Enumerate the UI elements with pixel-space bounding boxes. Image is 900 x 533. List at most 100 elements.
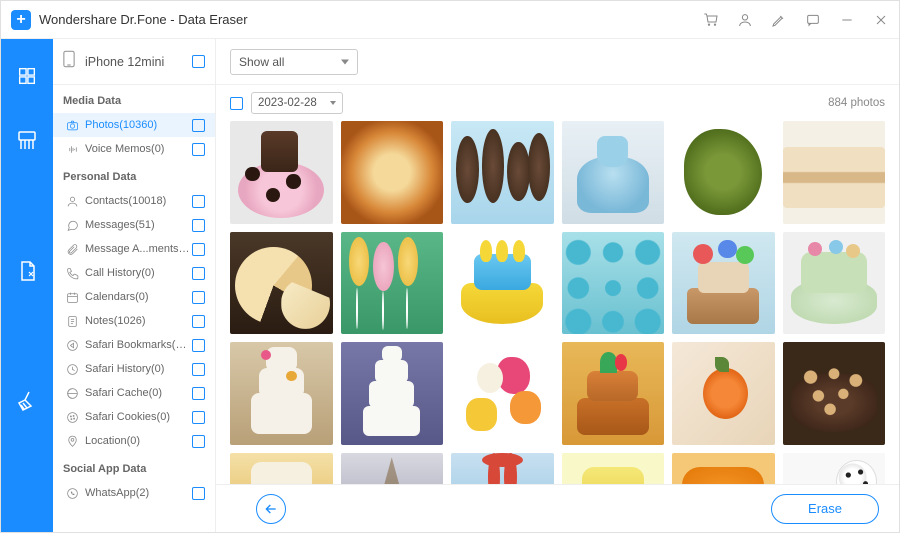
- section-header: Personal Data: [53, 161, 215, 189]
- sidebar-item-checkbox[interactable]: [192, 267, 205, 280]
- feedback-icon[interactable]: [805, 12, 821, 28]
- sidebar-item-checkbox[interactable]: [192, 119, 205, 132]
- rail-shredder-icon[interactable]: [1, 99, 53, 229]
- section-header: Social App Data: [53, 453, 215, 481]
- thumb-8[interactable]: [341, 232, 444, 335]
- cart-icon[interactable]: [703, 12, 719, 28]
- photo-grid-partial: [230, 453, 885, 485]
- thumb-23[interactable]: [672, 453, 775, 485]
- thumb-1[interactable]: [230, 121, 333, 224]
- filter-select[interactable]: Show all: [230, 49, 358, 75]
- minimize-icon[interactable]: [839, 12, 855, 28]
- thumb-15[interactable]: [451, 342, 554, 445]
- sidebar-item-label: Safari Cache(0): [85, 387, 192, 399]
- sidebar-item-checkbox[interactable]: [192, 315, 205, 328]
- close-icon[interactable]: [873, 12, 889, 28]
- thumb-3[interactable]: [451, 121, 554, 224]
- sidebar-item-bookmark[interactable]: Safari Bookmarks(1347): [53, 333, 215, 357]
- sidebar-item-checkbox[interactable]: [192, 435, 205, 448]
- filter-select-label: Show all: [239, 55, 284, 69]
- thumb-14[interactable]: [341, 342, 444, 445]
- content-scroll[interactable]: 2023-02-28 884 photos: [216, 85, 899, 484]
- thumb-16[interactable]: [562, 342, 665, 445]
- thumb-19[interactable]: [230, 453, 333, 485]
- thumb-22[interactable]: [562, 453, 665, 485]
- sidebar-item-note[interactable]: Notes(1026): [53, 309, 215, 333]
- sidebar-item-checkbox[interactable]: [192, 195, 205, 208]
- sidebar-item-label: Location(0): [85, 435, 192, 447]
- sidebar-item-label: Messages(51): [85, 219, 192, 231]
- date-group-header: 2023-02-28 884 photos: [230, 85, 885, 121]
- sidebar-item-attach[interactable]: Message A...ments(34): [53, 237, 215, 261]
- rail-home-icon[interactable]: [1, 53, 53, 99]
- contact-icon: [63, 195, 81, 208]
- rail-document-icon[interactable]: [1, 229, 53, 359]
- thumb-4[interactable]: [562, 121, 665, 224]
- sidebar-item-checkbox[interactable]: [192, 387, 205, 400]
- thumb-21[interactable]: [451, 453, 554, 485]
- device-row[interactable]: iPhone 12mini: [53, 39, 215, 85]
- history-icon: [63, 363, 81, 376]
- sidebar-item-checkbox[interactable]: [192, 143, 205, 156]
- thumb-9[interactable]: [451, 232, 554, 335]
- calendar-icon: [63, 291, 81, 304]
- thumb-12[interactable]: [783, 232, 886, 335]
- thumb-6[interactable]: [783, 121, 886, 224]
- call-icon: [63, 267, 81, 280]
- device-checkbox[interactable]: [192, 55, 205, 68]
- thumb-13[interactable]: [230, 342, 333, 445]
- cookie-icon: [63, 411, 81, 424]
- rail-broom-icon[interactable]: [1, 359, 53, 489]
- sidebar-item-label: Calendars(0): [85, 291, 192, 303]
- thumb-24[interactable]: [783, 453, 886, 485]
- photo-count: 884 photos: [828, 97, 885, 109]
- phone-icon: [63, 50, 77, 73]
- sidebar-item-checkbox[interactable]: [192, 339, 205, 352]
- note-icon: [63, 315, 81, 328]
- sidebar-item-calendar[interactable]: Calendars(0): [53, 285, 215, 309]
- date-select-label: 2023-02-28: [258, 97, 317, 109]
- sidebar-item-checkbox[interactable]: [192, 411, 205, 424]
- main-panel: Show all 2023-02-28 884 photos: [216, 39, 899, 532]
- sidebar-item-history[interactable]: Safari History(0): [53, 357, 215, 381]
- back-button[interactable]: [256, 494, 286, 524]
- thumb-18[interactable]: [783, 342, 886, 445]
- sidebar-item-checkbox[interactable]: [192, 219, 205, 232]
- message-icon: [63, 219, 81, 232]
- date-select[interactable]: 2023-02-28: [251, 92, 343, 114]
- thumb-5[interactable]: [672, 121, 775, 224]
- thumb-7[interactable]: [230, 232, 333, 335]
- thumb-10[interactable]: [562, 232, 665, 335]
- titlebar: + Wondershare Dr.Fone - Data Eraser: [1, 1, 899, 39]
- section-header: Media Data: [53, 85, 215, 113]
- sidebar-item-checkbox[interactable]: [192, 243, 205, 256]
- sidebar-item-cache[interactable]: Safari Cache(0): [53, 381, 215, 405]
- sidebar-item-checkbox[interactable]: [192, 363, 205, 376]
- sidebar-item-whatsapp[interactable]: WhatsApp(2): [53, 481, 215, 505]
- sidebar-item-label: Safari Cookies(0): [85, 411, 192, 423]
- sidebar-item-location[interactable]: Location(0): [53, 429, 215, 453]
- sidebar-item-voice[interactable]: Voice Memos(0): [53, 137, 215, 161]
- sidebar-item-checkbox[interactable]: [192, 291, 205, 304]
- sidebar-item-cookie[interactable]: Safari Cookies(0): [53, 405, 215, 429]
- voice-icon: [63, 143, 81, 156]
- thumb-17[interactable]: [672, 342, 775, 445]
- sidebar-item-label: Contacts(10018): [85, 195, 192, 207]
- thumb-20[interactable]: [341, 453, 444, 485]
- sidebar-item-contact[interactable]: Contacts(10018): [53, 189, 215, 213]
- thumb-11[interactable]: [672, 232, 775, 335]
- date-group-checkbox[interactable]: [230, 97, 243, 110]
- erase-button-label: Erase: [808, 501, 842, 516]
- location-icon: [63, 435, 81, 448]
- edit-icon[interactable]: [771, 12, 787, 28]
- user-icon[interactable]: [737, 12, 753, 28]
- camera-icon: [63, 119, 81, 132]
- footer: Erase: [216, 484, 899, 532]
- sidebar-item-checkbox[interactable]: [192, 487, 205, 500]
- thumb-2[interactable]: [341, 121, 444, 224]
- sidebar-item-camera[interactable]: Photos(10360): [53, 113, 215, 137]
- sidebar-item-message[interactable]: Messages(51): [53, 213, 215, 237]
- sidebar-item-call[interactable]: Call History(0): [53, 261, 215, 285]
- app-logo: +: [11, 10, 31, 30]
- erase-button[interactable]: Erase: [771, 494, 879, 524]
